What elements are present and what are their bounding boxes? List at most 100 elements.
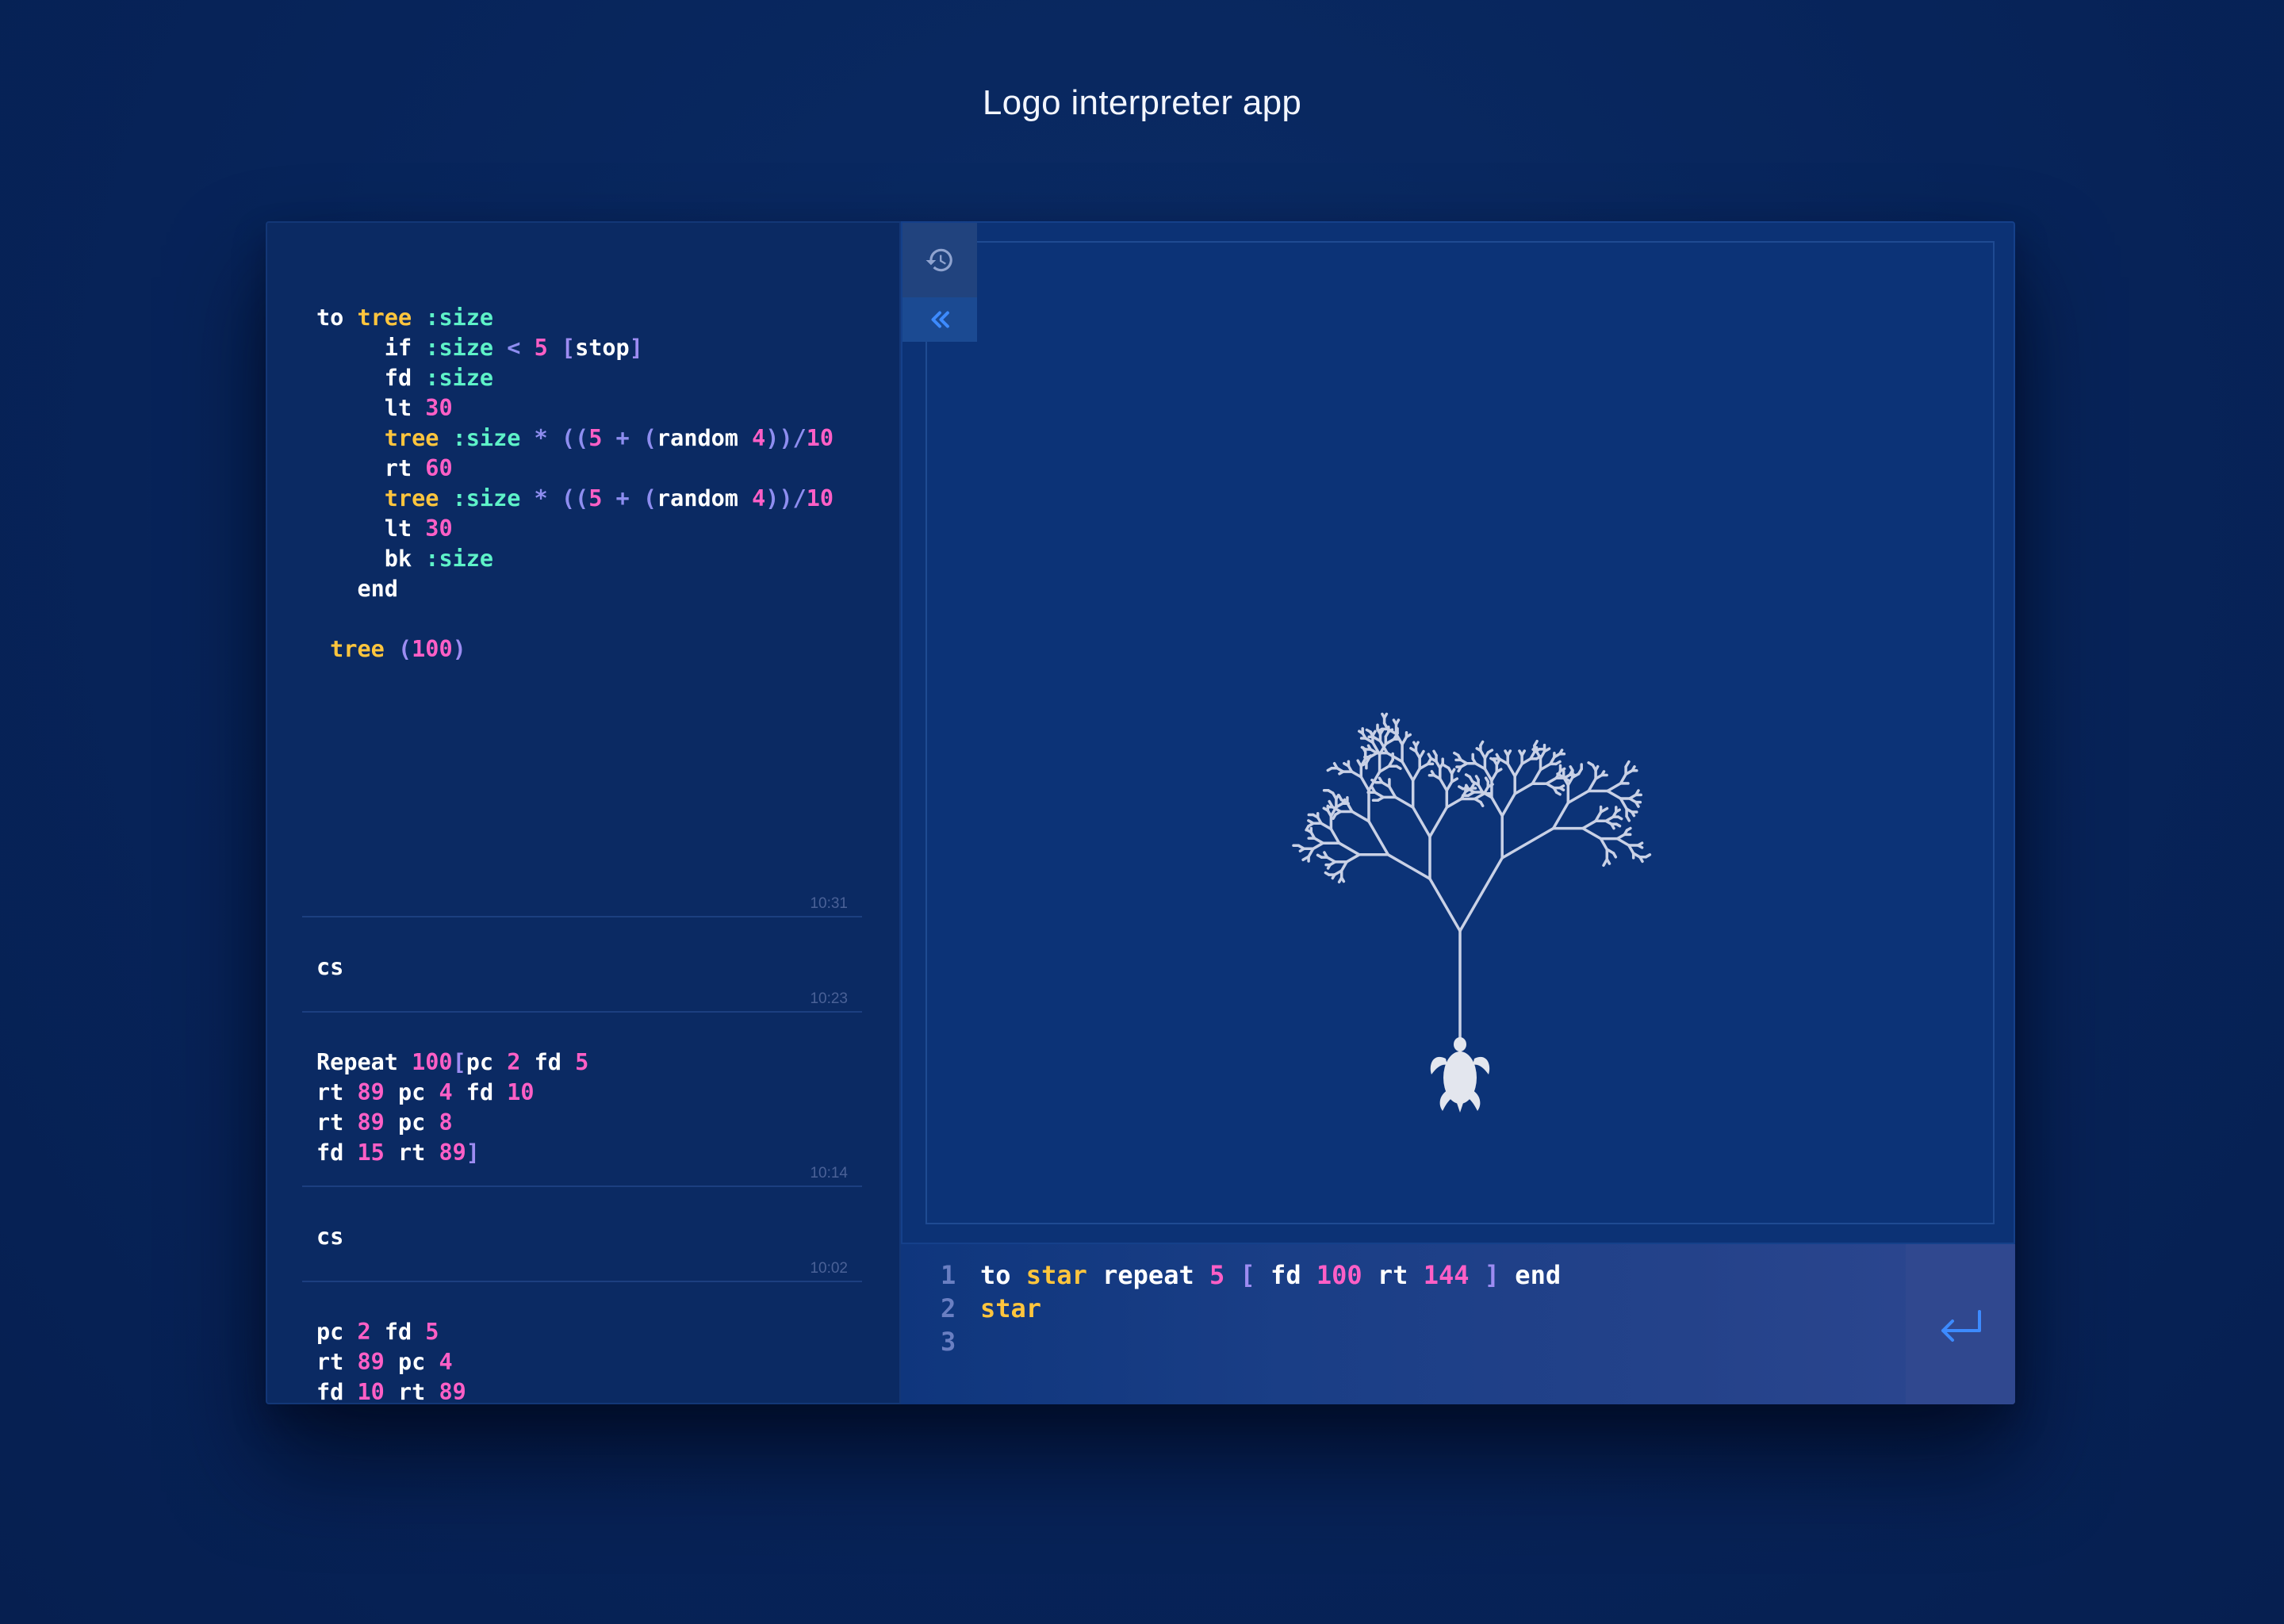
- code-token: 30: [425, 395, 453, 421]
- tree-branch: [1445, 797, 1463, 809]
- tree-branch: [1337, 794, 1343, 802]
- code-token: tree: [316, 485, 453, 511]
- tree-branch: [1382, 712, 1389, 719]
- code-token: fd: [466, 1079, 508, 1105]
- editor-line[interactable]: 2 star: [941, 1292, 1561, 1325]
- tree-branch: [1326, 766, 1333, 772]
- tree-branch: [1606, 782, 1623, 793]
- tree-branch: [1611, 852, 1618, 859]
- history-timestamp: 10:31: [810, 895, 848, 912]
- editor-line[interactable]: 3: [941, 1325, 1561, 1358]
- tree-branch: [1630, 810, 1636, 818]
- history-entry[interactable]: to tree :size if :size < 5 [stop] fd :si…: [302, 298, 862, 917]
- code-token: :size: [425, 335, 508, 361]
- tree-branch: [1445, 780, 1454, 792]
- history-entry[interactable]: cs 10:23: [302, 917, 862, 1013]
- code-token: 4: [439, 1079, 466, 1105]
- code-token: rt: [397, 1139, 439, 1166]
- tree-branch: [1513, 782, 1535, 795]
- tree-branch: [1602, 857, 1609, 868]
- tree-branch: [1615, 822, 1622, 828]
- line-number: 2: [941, 1293, 956, 1323]
- tree-branch: [1479, 740, 1485, 747]
- code-token: + (: [615, 425, 657, 451]
- tree-branch: [1378, 764, 1391, 773]
- tree-branch: [1365, 728, 1372, 733]
- tree-branch: [1316, 853, 1324, 859]
- collapse-history-button[interactable]: [902, 297, 977, 342]
- code-token: 60: [425, 455, 453, 481]
- logo-app-window: to tree :size if :size < 5 [stop] fd :si…: [266, 221, 2015, 1404]
- tree-branch: [1345, 853, 1361, 864]
- history-entry-code: Repeat 100[pc 2 fd 5 rt 89 pc 4 fd 10 rt…: [302, 1013, 862, 1168]
- history-timestamp: 10:23: [810, 990, 848, 1007]
- tree-branch: [1506, 749, 1512, 757]
- tree-branch: [1432, 749, 1438, 757]
- tree-branch: [1581, 826, 1603, 841]
- code-token: * ((: [534, 485, 589, 511]
- tree-branch: [1377, 727, 1384, 733]
- tree-branch: [1473, 762, 1487, 771]
- tree-branches: [1292, 712, 1652, 1053]
- code-token: + (: [615, 485, 657, 511]
- tree-branch: [1405, 733, 1412, 739]
- tree-branch: [1439, 777, 1449, 792]
- tree-branch: [1473, 791, 1486, 801]
- code-token: tree: [316, 425, 453, 451]
- code-token: pc: [397, 1079, 439, 1105]
- code-token: rt: [316, 1079, 358, 1105]
- code-token: (: [397, 636, 412, 662]
- code-token: random: [657, 485, 753, 511]
- code-token: star: [980, 1293, 1042, 1323]
- history-entry-code: cs: [302, 917, 862, 982]
- tree-branch: [1520, 749, 1527, 757]
- code-token: 4: [752, 485, 766, 511]
- code-token: pc: [397, 1109, 439, 1136]
- tree-branch: [1320, 822, 1333, 831]
- history-panel: to tree :size if :size < 5 [stop] fd :si…: [266, 221, 901, 1404]
- code-token: ]: [629, 335, 643, 361]
- tree-branch: [1428, 877, 1462, 933]
- code-token: 5: [534, 335, 561, 361]
- tree-branch: [1458, 785, 1465, 791]
- code-token: 5: [588, 425, 616, 451]
- code-token: cs: [316, 954, 344, 980]
- code-token: :size: [425, 546, 494, 572]
- tree-branch: [1500, 826, 1555, 860]
- code-token: fd: [316, 1379, 358, 1404]
- tree-branch: [1479, 800, 1485, 807]
- tree-branch: [1500, 792, 1516, 818]
- tree-branch: [1490, 795, 1504, 818]
- code-token: :size: [425, 304, 494, 331]
- code-token: pc: [397, 1349, 439, 1375]
- history-button[interactable]: [902, 223, 977, 297]
- double-chevron-left-icon: [931, 311, 949, 328]
- editor-lines[interactable]: 1 to star repeat 5 [ fd 100 rt 144 ] end 2…: [941, 1258, 1561, 1358]
- code-editor[interactable]: 1 to star repeat 5 [ fd 100 rt 144 ] end 2…: [901, 1244, 2015, 1404]
- code-token: [: [561, 335, 576, 361]
- code-token: fd: [384, 1319, 426, 1345]
- tree-branch: [1619, 797, 1628, 810]
- code-token: 30: [425, 515, 453, 542]
- tree-branch: [1558, 786, 1565, 791]
- history-entry[interactable]: Repeat 100[pc 2 fd 5 rt 89 pc 4 fd 10 rt…: [302, 1013, 862, 1187]
- code-token: 15: [357, 1139, 398, 1166]
- tree-branch: [1465, 783, 1470, 791]
- code-token: stop: [575, 335, 630, 361]
- history-entry-code: to tree :size if :size < 5 [stop] fd :si…: [302, 298, 862, 665]
- code-token: <: [507, 335, 535, 361]
- tree-branch: [1312, 841, 1324, 851]
- history-entry[interactable]: pc 2 fd 5 rt 89 pc 4 fd 10 rt 89 pc 8 fd…: [302, 1282, 862, 1404]
- tree-branch: [1393, 795, 1415, 809]
- run-button[interactable]: [1906, 1244, 2015, 1404]
- tree-branch: [1428, 806, 1449, 838]
- code-token: rt: [1377, 1260, 1424, 1290]
- code-token: tree: [316, 636, 398, 662]
- history-entry[interactable]: cs 10:02: [302, 1187, 862, 1282]
- code-token: rt: [397, 1379, 439, 1404]
- tree-branch: [1569, 765, 1574, 772]
- code-token: 10: [507, 1079, 535, 1105]
- editor-line[interactable]: 1 to star repeat 5 [ fd 100 rt 144 ] end: [941, 1258, 1561, 1292]
- code-token: :size: [452, 485, 535, 511]
- code-token: lt: [316, 395, 426, 421]
